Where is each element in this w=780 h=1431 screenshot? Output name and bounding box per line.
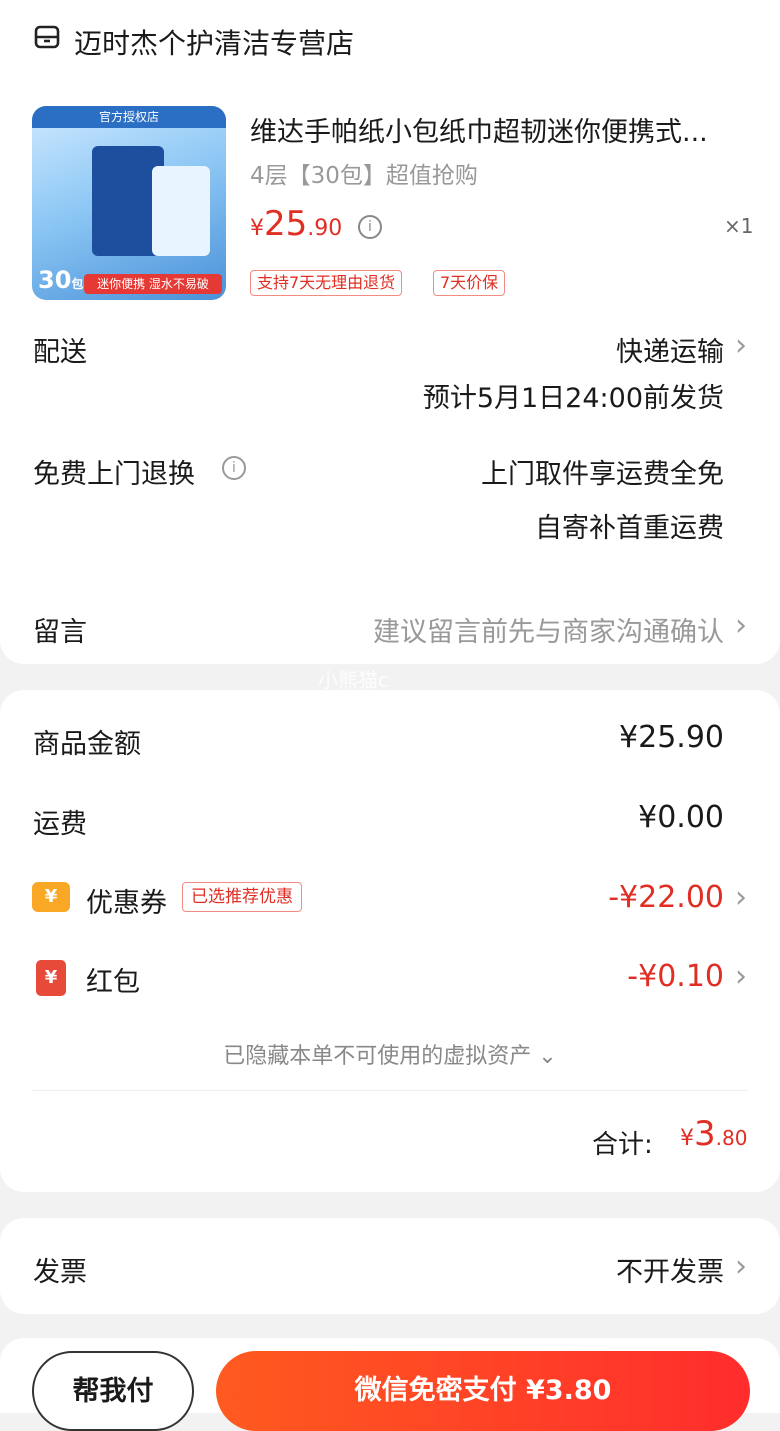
watermark: 小熊猫c <box>318 668 389 692</box>
return-line1: 上门取件享运费全免 <box>481 459 724 490</box>
shipping-label: 运费 <box>33 809 87 840</box>
return-line2: 自寄补首重运费 <box>535 513 724 544</box>
total-label: 合计: <box>592 1130 653 1160</box>
info-icon[interactable]: i <box>358 215 382 239</box>
message-input[interactable]: 建议留言前先与商家沟通确认 <box>373 610 724 649</box>
product-box <box>152 166 210 256</box>
delivery-estimate: 预计5月1日24:00前发货 <box>422 383 724 414</box>
return-label: 免费上门退换 <box>33 459 195 490</box>
image-count: 30包 <box>38 266 84 294</box>
return-policy-tag: 支持7天无理由退货 <box>250 270 403 296</box>
pay-button[interactable]: 微信免密支付 ¥3.80 <box>216 1351 750 1431</box>
product-price: ¥25.90 <box>250 204 342 244</box>
invoice-value[interactable]: 不开发票 <box>616 1250 724 1289</box>
delivery-label: 配送 <box>33 337 87 368</box>
total-symbol: ¥ <box>680 1126 694 1151</box>
chevron-right-icon[interactable]: › <box>735 331 747 361</box>
quantity: ×1 <box>724 214 754 238</box>
chevron-right-icon[interactable]: › <box>735 611 747 641</box>
image-banner: 官方授权店 <box>32 106 226 128</box>
info-icon[interactable]: i <box>222 456 246 480</box>
store-icon <box>34 25 60 49</box>
product-image[interactable]: 官方授权店 30包 迷你便携 湿水不易破 <box>32 106 226 300</box>
red-packet-value[interactable]: -¥0.10 <box>627 959 724 994</box>
store-name[interactable]: 迈时杰个护清洁专营店 <box>74 22 354 62</box>
message-label: 留言 <box>33 617 87 648</box>
coupon-value[interactable]: -¥22.00 <box>608 880 724 915</box>
total-int: 3 <box>694 1114 716 1154</box>
product-title[interactable]: 维达手帕纸小包纸巾超韧迷你便携式... <box>250 110 708 149</box>
product-spec: 4层【30包】超值抢购 <box>250 163 478 189</box>
chevron-right-icon[interactable]: › <box>735 1252 747 1282</box>
red-packet-icon: ¥ <box>36 960 66 996</box>
goods-amount-label: 商品金额 <box>33 729 141 760</box>
total-dec: .80 <box>715 1126 748 1150</box>
chevron-right-icon[interactable]: › <box>735 962 747 992</box>
coupon-tag: 已选推荐优惠 <box>182 882 302 912</box>
help-pay-button[interactable]: 帮我付 <box>32 1351 194 1431</box>
price-protect-tag: 7天价保 <box>433 270 506 296</box>
image-slogan: 迷你便携 湿水不易破 <box>84 274 222 294</box>
total-value: ¥3.80 <box>680 1114 747 1154</box>
red-packet-label[interactable]: 红包 <box>86 960 140 999</box>
hidden-assets-toggle[interactable]: 已隐藏本单不可使用的虚拟资产 ⌄ <box>0 1038 780 1070</box>
shipping-value: ¥0.00 <box>638 800 724 835</box>
delivery-method[interactable]: 快递运输 <box>616 330 724 369</box>
invoice-label: 发票 <box>33 1257 87 1288</box>
price-dec: .90 <box>307 216 343 241</box>
chevron-right-icon[interactable]: › <box>735 883 747 913</box>
price-symbol: ¥ <box>250 216 264 241</box>
coupon-icon: ¥ <box>32 882 70 912</box>
summary-card <box>0 690 780 1192</box>
goods-amount-value: ¥25.90 <box>619 720 724 755</box>
divider <box>32 1090 748 1091</box>
coupon-label[interactable]: 优惠券 <box>86 881 167 920</box>
price-int: 25 <box>264 204 308 244</box>
